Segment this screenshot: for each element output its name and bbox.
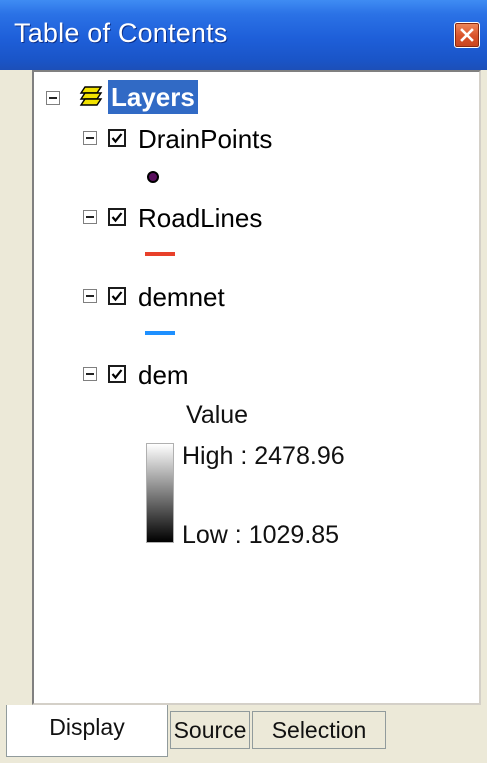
point-symbol-icon	[147, 171, 159, 183]
checkmark-icon	[111, 133, 123, 144]
demnet-line-symbol	[145, 331, 175, 335]
window-title: Table of Contents	[14, 18, 228, 48]
layer-label-demnet[interactable]: demnet	[138, 284, 225, 310]
dem-color-ramp	[146, 443, 174, 543]
dem-visibility-checkbox[interactable]	[108, 365, 126, 383]
layers-root-label[interactable]: Layers	[108, 80, 198, 114]
toc-tab-strip: Display Source Selection	[0, 705, 487, 763]
table-of-contents-window: Table of Contents Layers DrainPoints Roa…	[0, 0, 487, 763]
close-icon	[460, 28, 474, 42]
dem-legend-heading: Value	[186, 401, 249, 429]
dem-low-label: Low : 1029.85	[182, 521, 340, 549]
roadlines-line-symbol	[145, 252, 175, 256]
checkmark-icon	[111, 291, 123, 302]
drainpoints-visibility-checkbox[interactable]	[108, 129, 126, 147]
dem-high-label: High : 2478.96	[182, 442, 345, 470]
layers-collapse-toggle[interactable]	[46, 91, 60, 105]
title-bar[interactable]: Table of Contents	[0, 0, 487, 70]
checkmark-icon	[111, 369, 123, 380]
tab-source[interactable]: Source	[170, 711, 250, 749]
roadlines-collapse-toggle[interactable]	[83, 210, 97, 224]
layers-icon	[79, 86, 103, 106]
toc-tree-panel[interactable]	[32, 70, 481, 705]
tab-display[interactable]: Display	[6, 705, 168, 757]
checkmark-icon	[111, 212, 123, 223]
demnet-visibility-checkbox[interactable]	[108, 287, 126, 305]
demnet-collapse-toggle[interactable]	[83, 289, 97, 303]
layer-label-dem[interactable]: dem	[138, 362, 189, 388]
drainpoints-collapse-toggle[interactable]	[83, 131, 97, 145]
dem-collapse-toggle[interactable]	[83, 367, 97, 381]
layer-label-drainpoints[interactable]: DrainPoints	[138, 126, 272, 152]
layer-label-roadlines[interactable]: RoadLines	[138, 205, 262, 231]
close-button[interactable]	[454, 22, 480, 48]
tab-selection[interactable]: Selection	[252, 711, 386, 749]
roadlines-visibility-checkbox[interactable]	[108, 208, 126, 226]
